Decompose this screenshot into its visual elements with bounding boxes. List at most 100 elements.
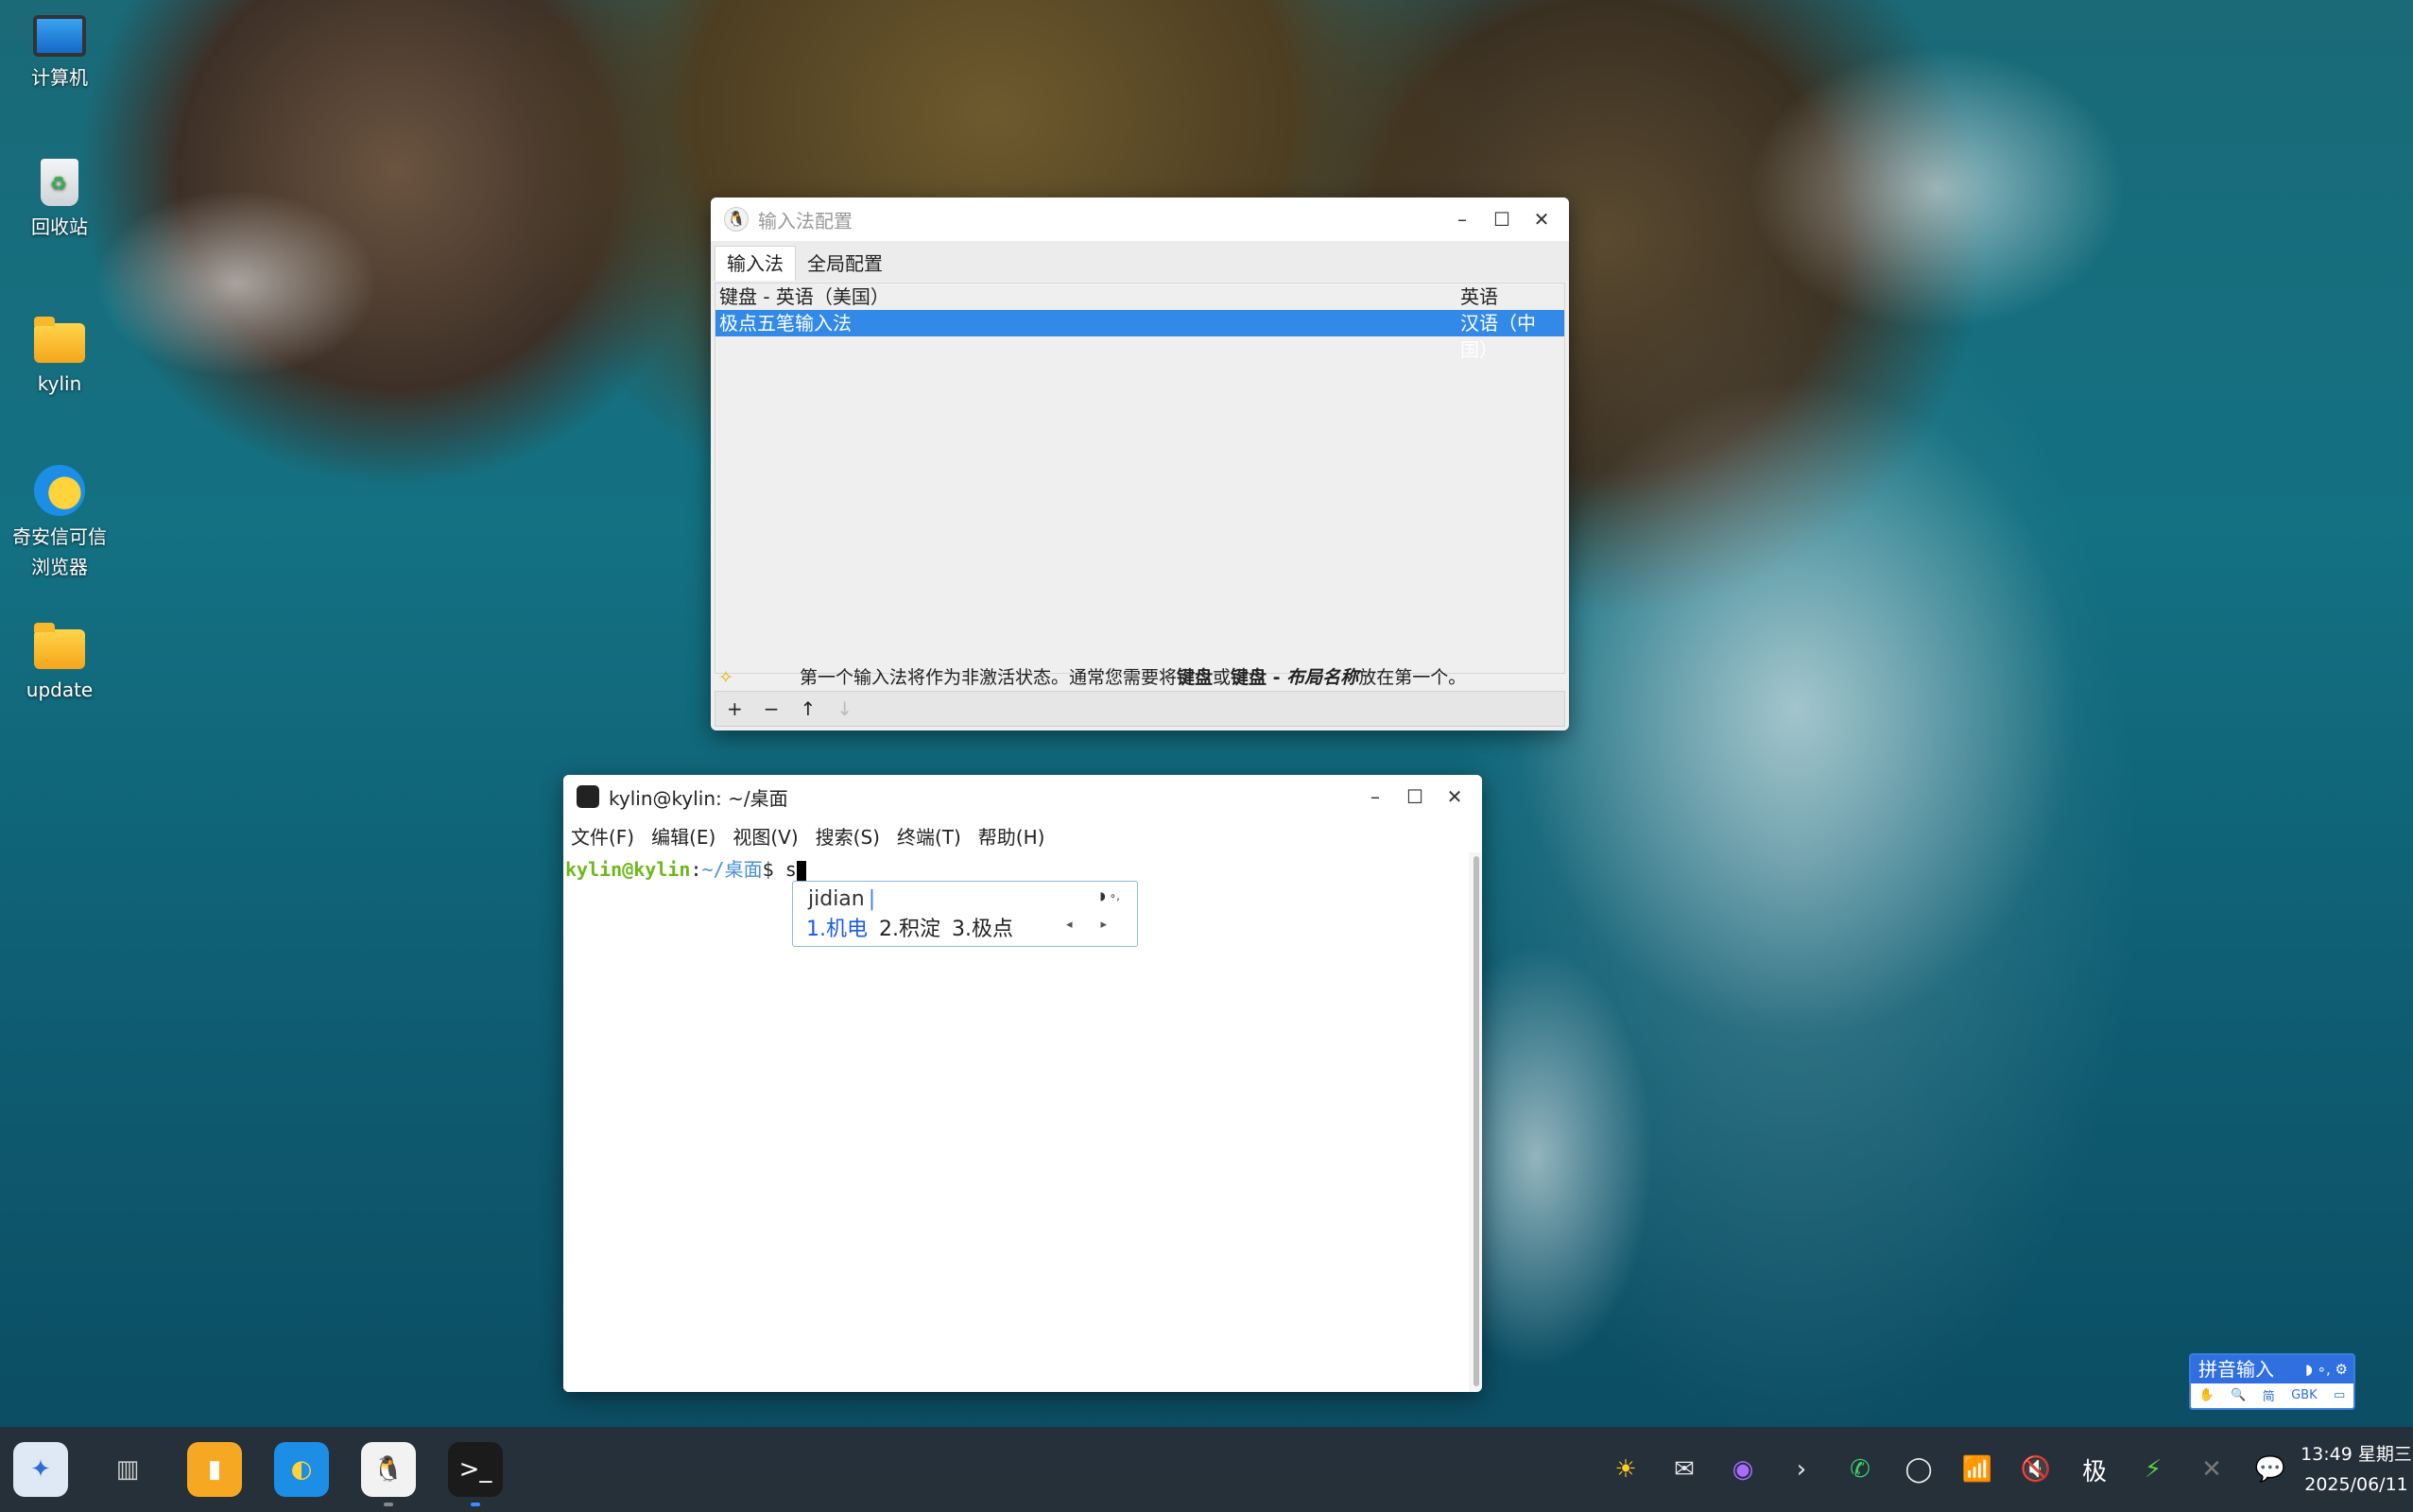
add-button[interactable]: +	[727, 697, 743, 720]
ime-status-bar[interactable]: 拼音输入 ◗ ∘, ⚙ ✋ 🔍 简 GBK ▭	[2189, 1353, 2355, 1410]
scroll-thumb[interactable]	[1474, 856, 1479, 1386]
desktop-icon-computer[interactable]: 计算机	[8, 6, 112, 93]
terminal-icon[interactable]: >_	[448, 1442, 503, 1506]
terminal-scrollbar[interactable]	[1469, 852, 1482, 1392]
notification-icon[interactable]: 💬	[2241, 1427, 2300, 1512]
taskbar-app-glyph: ▮	[207, 1455, 222, 1484]
menu-search[interactable]: 搜索(S)	[816, 822, 880, 850]
browser-icon[interactable]: ◐	[274, 1442, 329, 1497]
warning-icon: ✧	[718, 667, 733, 688]
maximize-button[interactable]: ☐	[1395, 775, 1435, 818]
im-toolbar: + − ↑ ↓	[715, 691, 1565, 727]
folder-icon	[34, 623, 85, 669]
trash-icon	[41, 159, 78, 206]
multitask-view-icon[interactable]: ▥	[100, 1442, 155, 1497]
brightness-icon[interactable]: ☀	[1596, 1427, 1655, 1512]
terminal-window: kylin@kylin: ~/桌面 – ☐ ✕ 文件(F) 编辑(E) 视图(V…	[563, 775, 1482, 1392]
search-icon[interactable]: 🔍	[2231, 1388, 2246, 1402]
system-tray: ☀ ✉ ◉ › ✆ ◯ 📶 🔇 极 ⚡ ✕ 💬 13:49 星期三 2025/0…	[1596, 1427, 2413, 1512]
tab-input-methods[interactable]: 输入法	[715, 246, 796, 281]
file-manager-icon[interactable]: ▮	[187, 1442, 242, 1497]
im-name: 键盘 - 英语（美国）	[719, 285, 889, 308]
menu-help[interactable]: 帮助(H)	[978, 822, 1045, 850]
clock-time: 13:49 星期三	[2301, 1444, 2412, 1465]
taskbar-app-glyph: ◐	[290, 1455, 313, 1484]
taskbar: ✦ ▥ ▮ ◐ 🐧 >_ ☀ ✉ ◉ › ✆ ◯ 📶 🔇 极 ⚡ ✕ 💬 13:49 星期…	[0, 1427, 2413, 1512]
app-tray-icon[interactable]: ◉	[1714, 1427, 1772, 1512]
clock-date: 2025/06/11	[2304, 1474, 2408, 1495]
clock[interactable]: 13:49 星期三 2025/06/11	[2300, 1439, 2413, 1500]
desktop-icon-update-folder[interactable]: update	[8, 618, 112, 705]
search-icon[interactable]: ◯	[1889, 1427, 1948, 1512]
charset-toggle[interactable]: GBK	[2291, 1388, 2318, 1402]
ime-status-icons[interactable]: ◗ ∘, ⚙	[2305, 1355, 2348, 1383]
hand-icon[interactable]: ✋	[2199, 1388, 2215, 1402]
remove-button[interactable]: −	[764, 697, 780, 720]
desktop-icon-trash[interactable]: 回收站	[8, 159, 112, 242]
expand-tray-icon[interactable]: ›	[1772, 1427, 1831, 1512]
hint-text: 放在第一个。	[1358, 667, 1467, 688]
ime-preedit: jidian	[808, 887, 875, 911]
bluetooth-off-icon[interactable]: ✕	[2182, 1427, 2241, 1512]
desktop-icon-label: 计算机	[31, 66, 88, 89]
mail-icon[interactable]: ✉	[1655, 1427, 1714, 1512]
desktop-icon-label: update	[26, 679, 94, 701]
start-menu-icon[interactable]: ✦	[13, 1442, 68, 1497]
volume-muted-icon[interactable]: 🔇	[2007, 1427, 2065, 1512]
prompt-symbol: $	[762, 858, 785, 881]
running-indicator	[384, 1503, 393, 1506]
prev-page-icon[interactable]: ◂	[1066, 918, 1073, 932]
im-lang: 英语	[1460, 285, 1498, 308]
im-name: 极点五笔输入法	[719, 312, 852, 335]
keyboard-icon[interactable]: ▭	[2334, 1388, 2345, 1402]
maximize-button[interactable]: ☐	[1482, 198, 1522, 241]
tab-global-config[interactable]: 全局配置	[796, 247, 894, 281]
input-method-list: 键盘 - 英语（美国） 英语 极点五笔输入法 汉语（中国）	[715, 283, 1565, 674]
list-item[interactable]: 极点五笔输入法 汉语（中国）	[715, 310, 1564, 361]
ime-candidate[interactable]: 2.积淀	[879, 912, 940, 942]
move-down-button[interactable]: ↓	[836, 697, 853, 720]
im-hint: ✧ 第一个输入法将作为非激活状态。通常您需要将键盘或键盘 - 布局名称放在第一个…	[715, 666, 1565, 689]
im-lang: 汉语（中国）	[1460, 312, 1536, 361]
hint-bold-italic: 布局名称	[1286, 667, 1359, 688]
im-config-titlebar[interactable]: 🐧 输入法配置 – ☐ ✕	[711, 198, 1569, 241]
prompt-user: kylin@kylin	[565, 858, 691, 881]
list-item[interactable]: 键盘 - 英语（美国） 英语	[715, 284, 1564, 310]
ime-candidate[interactable]: 3.极点	[952, 912, 1013, 942]
minimize-button[interactable]: –	[1442, 198, 1482, 241]
menu-view[interactable]: 视图(V)	[733, 822, 798, 850]
minimize-button[interactable]: –	[1355, 775, 1395, 818]
browser-icon	[34, 465, 85, 516]
prompt-separator: :	[690, 858, 702, 881]
ime-status-top: 拼音输入 ◗ ∘, ⚙	[2191, 1355, 2353, 1383]
battery-icon[interactable]: ⚡	[2124, 1427, 2182, 1512]
close-button[interactable]: ✕	[1435, 775, 1474, 818]
wechat-icon[interactable]: ✆	[1831, 1427, 1889, 1512]
ime-candidate[interactable]: 1.机电	[806, 912, 868, 942]
next-page-icon[interactable]: ▸	[1100, 918, 1107, 932]
wifi-icon[interactable]: 📶	[1948, 1427, 2007, 1512]
ime-page-arrows: ◂ ▸	[1066, 918, 1107, 932]
desktop-icon-browser[interactable]: 奇安信可信 浏览器	[8, 465, 112, 582]
penguin-icon: 🐧	[724, 207, 749, 232]
menu-file[interactable]: 文件(F)	[571, 822, 634, 850]
simplified-toggle[interactable]: 简	[2263, 1386, 2275, 1404]
im-config-icon[interactable]: 🐧	[361, 1442, 416, 1506]
window-title: 输入法配置	[758, 209, 853, 232]
move-up-button[interactable]: ↑	[801, 697, 817, 720]
terminal-menubar: 文件(F) 编辑(E) 视图(V) 搜索(S) 终端(T) 帮助(H)	[563, 818, 1482, 852]
close-button[interactable]: ✕	[1522, 198, 1561, 241]
taskbar-app-glyph: >_	[458, 1455, 492, 1484]
im-config-tabs: 输入法 全局配置	[711, 241, 1569, 281]
taskbar-app-glyph: ✦	[30, 1455, 51, 1484]
terminal-titlebar[interactable]: kylin@kylin: ~/桌面 – ☐ ✕	[563, 775, 1482, 818]
running-indicator	[471, 1503, 480, 1506]
ime-mode-label[interactable]: 拼音输入	[2198, 1355, 2274, 1383]
menu-terminal[interactable]: 终端(T)	[897, 822, 961, 850]
ime-tray-icon[interactable]: 极	[2065, 1427, 2124, 1512]
prompt-path: ~/桌面	[701, 858, 763, 881]
hint-bold: 键盘 -	[1231, 667, 1287, 688]
menu-edit[interactable]: 编辑(E)	[651, 822, 715, 850]
text-cursor	[796, 860, 806, 882]
desktop-icon-kylin-folder[interactable]: kylin	[8, 312, 112, 399]
